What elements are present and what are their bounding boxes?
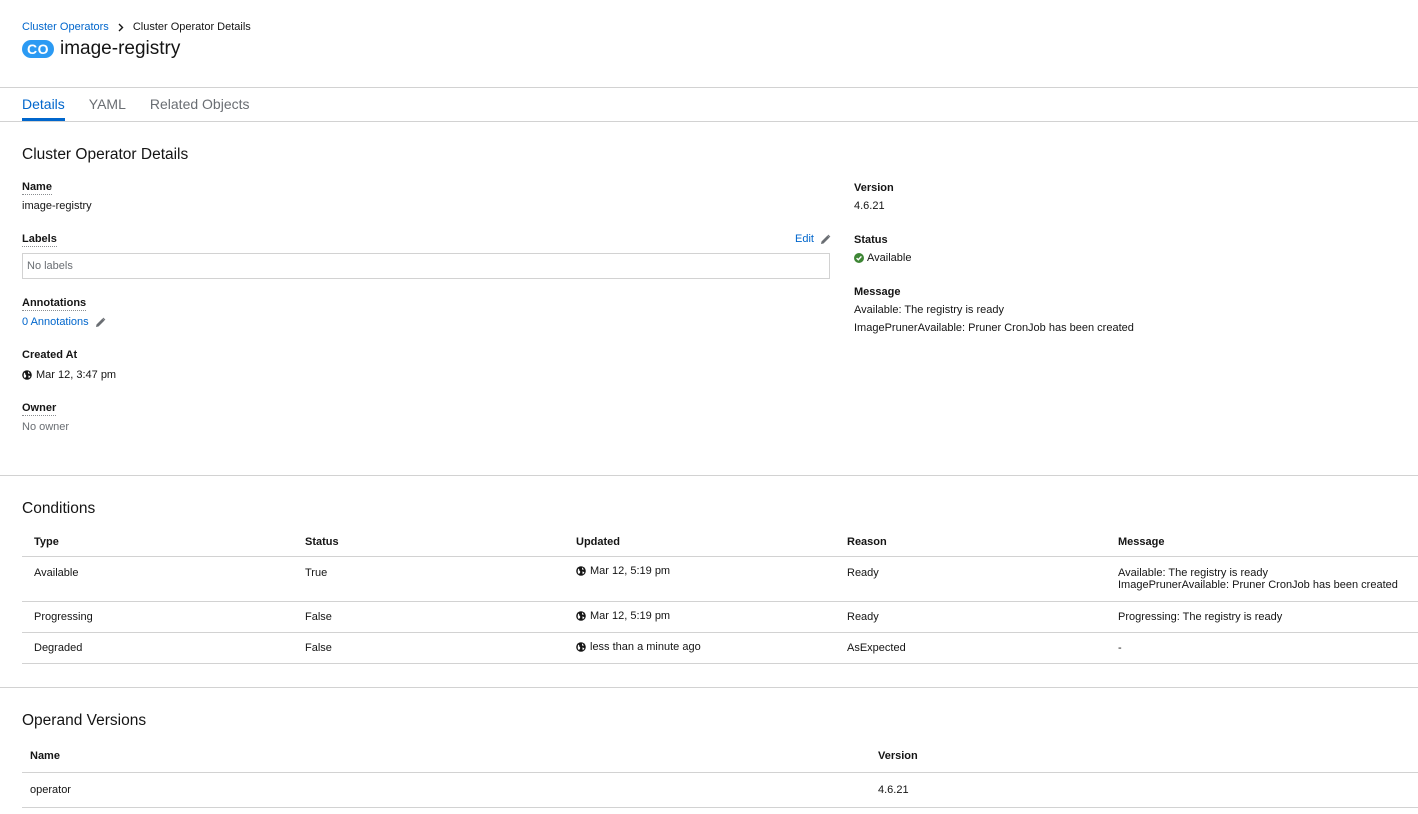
annotations-link-text: 0 Annotations: [22, 316, 89, 328]
status-value: Available: [854, 251, 911, 265]
condition-status: False: [293, 601, 564, 633]
details-heading: Cluster Operator Details: [22, 146, 189, 163]
labels-box: No labels: [22, 253, 830, 279]
message-line-2: ImagePrunerAvailable: Pruner CronJob has…: [854, 322, 1134, 334]
resource-kind-badge: CO: [22, 40, 54, 58]
message-line-1: Available: The registry is ready: [854, 304, 1004, 316]
condition-type: Progressing: [22, 601, 293, 633]
condition-updated-text: Mar 12, 5:19 pm: [590, 609, 671, 622]
version-value: 4.6.21: [854, 200, 885, 212]
column-header-version: Version: [870, 740, 1418, 773]
pencil-icon: [95, 317, 106, 328]
page-title-row: CO image-registry: [22, 38, 1396, 60]
condition-status: True: [293, 556, 564, 602]
condition-updated[interactable]: Mar 12, 5:19 pm: [564, 601, 835, 633]
globe-icon: [22, 370, 32, 380]
conditions-section: Conditions Type Status Updated Reason Me…: [0, 476, 1418, 688]
owner-label[interactable]: Owner: [22, 401, 57, 416]
condition-updated-text: less than a minute ago: [590, 640, 701, 653]
condition-message-line: ImagePrunerAvailable: Pruner CronJob has…: [1118, 578, 1398, 591]
labels-edit-text: Edit: [795, 233, 814, 245]
annotations-label[interactable]: Annotations: [22, 296, 87, 311]
condition-updated-text: Mar 12, 5:19 pm: [590, 564, 671, 577]
tab-details[interactable]: Details: [22, 88, 65, 121]
table-row: Degraded False less than a minute ago As…: [22, 632, 1418, 664]
column-header-status: Status: [293, 528, 564, 557]
globe-icon: [576, 610, 586, 621]
tab-yaml[interactable]: YAML: [89, 88, 126, 121]
operand-versions-heading: Operand Versions: [22, 712, 147, 729]
conditions-table: Type Status Updated Reason Message Avail…: [22, 528, 1418, 664]
table-row: Available True Mar 12, 5:19 pm Ready Ava…: [22, 556, 1418, 602]
operand-version: 4.6.21: [870, 772, 1418, 808]
version-label: Version: [854, 182, 894, 194]
operand-versions-section: Operand Versions Name Version operator 4…: [0, 688, 1418, 814]
condition-message: Available: The registry is ready ImagePr…: [1106, 556, 1418, 602]
message-label: Message: [854, 286, 901, 298]
condition-type: Available: [22, 556, 293, 602]
breadcrumb-current: Cluster Operator Details: [132, 21, 251, 33]
table-row: Progressing False Mar 12, 5:19 pm Ready …: [22, 601, 1418, 633]
tab-related-objects[interactable]: Related Objects: [150, 88, 250, 121]
column-header-name: Name: [22, 740, 870, 773]
condition-updated[interactable]: less than a minute ago: [564, 632, 835, 664]
owner-value: No owner: [22, 421, 70, 433]
operand-name: operator: [22, 772, 870, 808]
name-label[interactable]: Name: [22, 180, 52, 195]
operand-versions-table: Name Version operator 4.6.21: [22, 740, 1418, 808]
annotations-link[interactable]: 0 Annotations: [22, 315, 106, 329]
chevron-right-icon: [118, 23, 124, 32]
page-title: image-registry: [60, 38, 181, 59]
operand-header-row: Name Version: [22, 740, 1418, 773]
created-at-text: Mar 12, 3:47 pm: [36, 369, 117, 381]
condition-type: Degraded: [22, 632, 293, 664]
created-at-value[interactable]: Mar 12, 3:47 pm: [22, 368, 116, 382]
condition-message: -: [1106, 632, 1418, 664]
column-header-updated: Updated: [564, 528, 835, 557]
created-at-label: Created At: [22, 349, 78, 361]
labels-empty-text: No labels: [27, 260, 73, 272]
condition-status: False: [293, 632, 564, 664]
pencil-icon: [820, 234, 831, 245]
conditions-header-row: Type Status Updated Reason Message: [22, 528, 1418, 557]
labels-label[interactable]: Labels: [22, 232, 57, 247]
status-label: Status: [854, 234, 888, 246]
condition-message-line: Available: The registry is ready: [1118, 566, 1268, 579]
condition-reason: Ready: [835, 601, 1106, 633]
breadcrumb: Cluster Operators Cluster Operator Detai…: [22, 20, 1396, 34]
column-header-reason: Reason: [835, 528, 1106, 557]
condition-reason: AsExpected: [835, 632, 1106, 664]
status-text: Available: [867, 252, 912, 264]
column-header-type: Type: [22, 528, 293, 557]
name-value: image-registry: [22, 200, 92, 212]
table-row: operator 4.6.21: [22, 772, 1418, 808]
condition-reason: Ready: [835, 556, 1106, 602]
tab-bar: Details YAML Related Objects: [0, 88, 1418, 122]
globe-icon: [576, 565, 586, 576]
details-section: Cluster Operator Details Name image-regi…: [0, 122, 1418, 476]
condition-message: Progressing: The registry is ready: [1106, 601, 1418, 633]
check-circle-icon: [854, 253, 864, 264]
column-header-message: Message: [1106, 528, 1418, 557]
breadcrumb-cluster-operators-link[interactable]: Cluster Operators: [22, 20, 109, 34]
globe-icon: [576, 641, 586, 652]
condition-updated[interactable]: Mar 12, 5:19 pm: [564, 556, 835, 602]
conditions-heading: Conditions: [22, 500, 96, 517]
labels-edit-button[interactable]: Edit: [795, 232, 831, 246]
page-header: Cluster Operators Cluster Operator Detai…: [0, 0, 1418, 88]
